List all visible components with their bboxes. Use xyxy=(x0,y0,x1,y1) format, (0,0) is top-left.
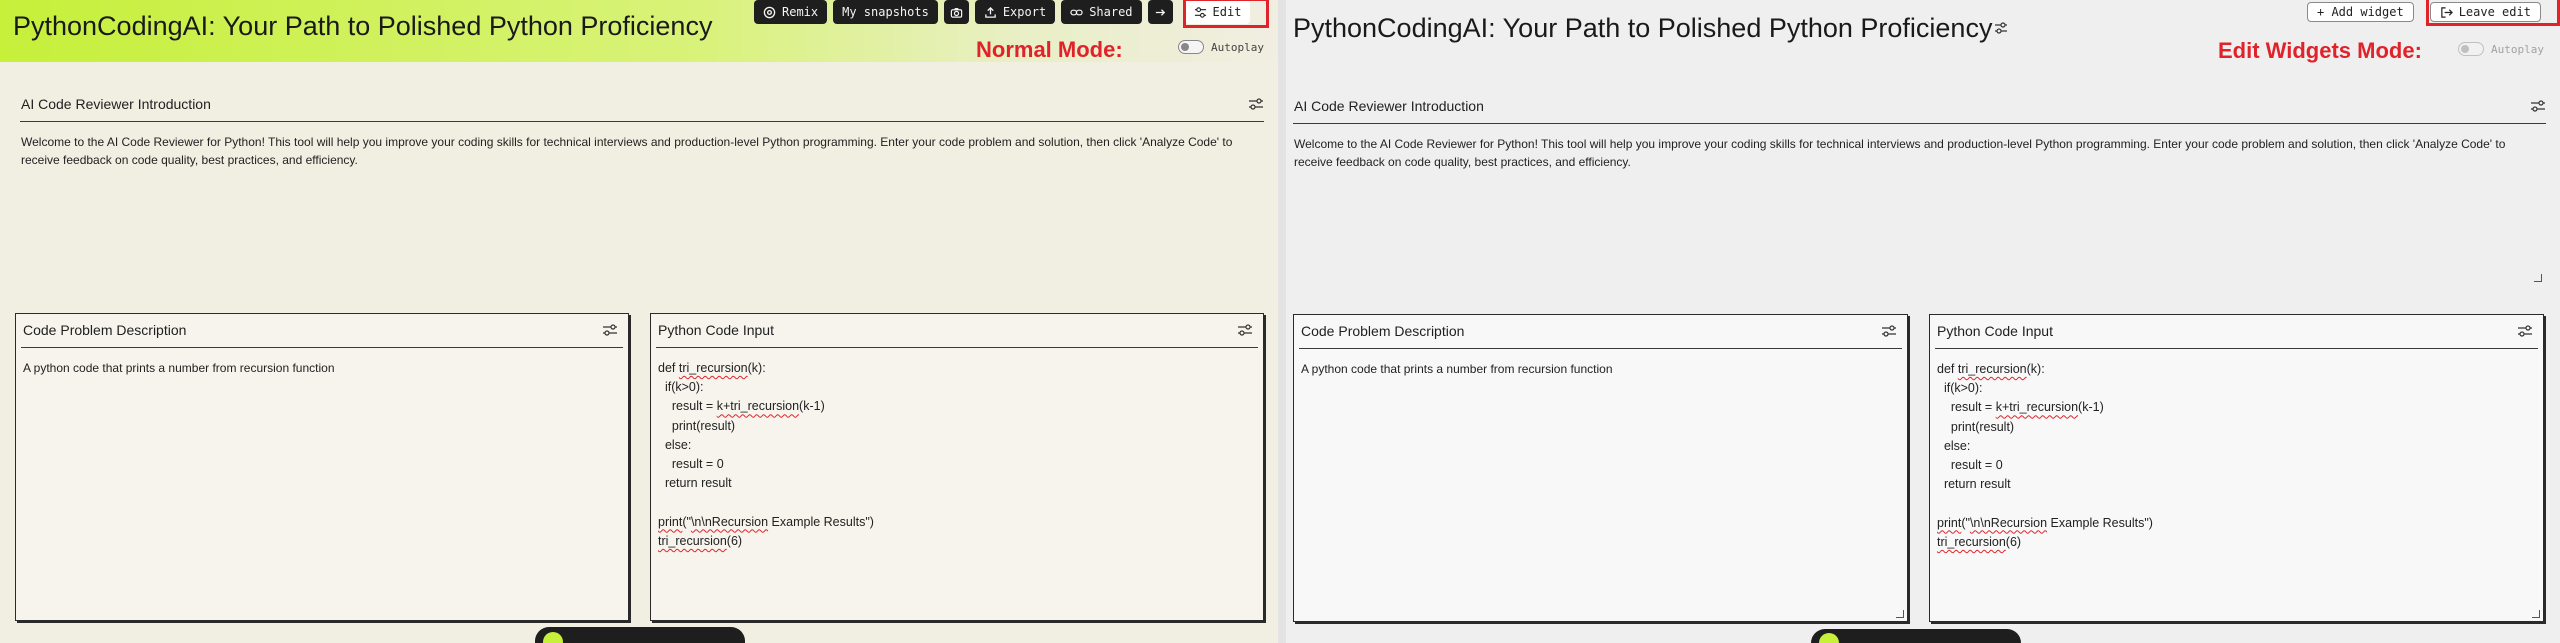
shared-label: Shared xyxy=(1089,5,1133,19)
code-line: print("\n\nRecursion Example Results") xyxy=(1937,515,2153,530)
code-input-field[interactable]: def tri_recursion(k): if(k>0): result = … xyxy=(1937,360,2533,552)
intro-widget-title: AI Code Reviewer Introduction xyxy=(1294,98,1484,114)
sliders-icon[interactable] xyxy=(2517,324,2533,338)
upload-icon xyxy=(985,6,996,18)
code-line: result = 0 xyxy=(1937,458,2003,473)
edit-mode-pane: PythonCodingAI: Your Path to Polished Py… xyxy=(1286,0,2560,643)
app-toolbar: Remix My snapshots Export Shared Edit xyxy=(754,0,1251,24)
code-widget-divider xyxy=(656,347,1258,348)
edit-mode-label: Edit Widgets Mode: xyxy=(2218,38,2422,63)
add-widget-label: + Add widget xyxy=(2317,5,2404,19)
add-widget-button[interactable]: + Add widget xyxy=(2307,2,2414,22)
intro-widget-title: AI Code Reviewer Introduction xyxy=(21,96,211,112)
code-line: else: xyxy=(1937,438,1971,453)
resize-handle[interactable] xyxy=(2532,610,2540,618)
code-input-field[interactable]: def tri_recursion(k): if(k>0): result = … xyxy=(658,359,1253,551)
sliders-icon[interactable] xyxy=(2530,99,2546,113)
problem-widget: Code Problem Description A python code t… xyxy=(15,313,629,621)
autoplay-toggle xyxy=(2458,42,2484,56)
code-line: result = 0 xyxy=(658,457,724,472)
code-line: print("\n\nRecursion Example Results") xyxy=(658,514,874,529)
sliders-icon[interactable] xyxy=(1237,323,1253,337)
shared-button[interactable]: Shared xyxy=(1061,0,1142,24)
code-widget-title: Python Code Input xyxy=(658,322,774,338)
sliders-icon[interactable] xyxy=(1994,21,2008,35)
sliders-icon[interactable] xyxy=(1881,324,1897,338)
intro-widget-text: Welcome to the AI Code Reviewer for Pyth… xyxy=(1294,137,2506,169)
bottom-dock xyxy=(535,627,745,643)
problem-widget-title: Code Problem Description xyxy=(23,322,187,338)
problem-widget-title: Code Problem Description xyxy=(1301,323,1465,339)
my-snapshots-label: My snapshots xyxy=(842,5,929,19)
camera-icon xyxy=(950,7,963,18)
dock-indicator xyxy=(543,632,563,643)
remix-label: Remix xyxy=(782,5,819,19)
resize-handle[interactable] xyxy=(1896,610,1904,618)
pane-divider xyxy=(1278,0,1286,643)
bottom-dock xyxy=(1811,629,2021,643)
normal-mode-label: Normal Mode: xyxy=(976,37,1123,62)
problem-widget[interactable]: Code Problem Description A python code t… xyxy=(1293,314,1908,622)
code-line: else: xyxy=(658,437,692,452)
my-snapshots-button[interactable]: My snapshots xyxy=(833,0,938,24)
normal-mode-pane: PythonCodingAI: Your Path to Polished Py… xyxy=(0,0,1278,643)
code-widget: Python Code Input def tri_recursion(k): … xyxy=(650,313,1264,621)
code-line: tri_recursion(6) xyxy=(1937,534,2022,549)
intro-widget: AI Code Reviewer Introduction Welcome to… xyxy=(15,88,1264,303)
autoplay-control: Autoplay xyxy=(2458,42,2544,56)
export-label: Export xyxy=(1002,5,1047,19)
leave-edit-highlight xyxy=(2426,0,2560,26)
resize-handle[interactable] xyxy=(2534,274,2542,282)
code-line: return result xyxy=(658,476,732,491)
intro-widget-divider xyxy=(1293,123,2546,124)
intro-widget-text: Welcome to the AI Code Reviewer for Pyth… xyxy=(21,135,1233,167)
intro-widget-divider xyxy=(20,121,1264,122)
sliders-icon[interactable] xyxy=(602,323,618,337)
problem-text-field[interactable]: A python code that prints a number from … xyxy=(23,359,618,377)
autoplay-toggle[interactable] xyxy=(1178,40,1204,54)
code-line: if(k>0): xyxy=(1937,381,1983,396)
remix-icon xyxy=(763,6,776,18)
code-widget-title: Python Code Input xyxy=(1937,323,2053,339)
remix-button[interactable]: Remix xyxy=(754,0,828,24)
code-line: result = k+tri_recursion(k-1) xyxy=(1937,400,2104,415)
code-line: def tri_recursion(k): xyxy=(1937,362,2045,376)
app-title: PythonCodingAI: Your Path to Polished Py… xyxy=(1293,13,1993,43)
problem-widget-divider xyxy=(1299,348,1902,349)
autoplay-label: Autoplay xyxy=(2491,42,2544,56)
intro-widget[interactable]: AI Code Reviewer Introduction Welcome to… xyxy=(1288,90,2548,290)
problem-widget-divider xyxy=(21,347,623,348)
app-title: PythonCodingAI: Your Path to Polished Py… xyxy=(13,11,713,41)
code-line: if(k>0): xyxy=(658,380,704,395)
problem-text-field[interactable]: A python code that prints a number from … xyxy=(1301,360,1897,378)
code-line: result = k+tri_recursion(k-1) xyxy=(658,399,825,414)
arrow-icon xyxy=(1155,8,1165,16)
code-line: tri_recursion(6) xyxy=(658,533,743,548)
export-button[interactable]: Export xyxy=(974,0,1056,24)
autoplay-label: Autoplay xyxy=(1211,40,1264,54)
code-line: return result xyxy=(1937,477,2011,492)
code-line: print(result) xyxy=(658,418,736,433)
autoplay-control[interactable]: Autoplay xyxy=(1178,40,1264,54)
share-arrow-button[interactable] xyxy=(1147,0,1173,24)
edit-button-highlight xyxy=(1183,0,1269,28)
code-widget-divider xyxy=(1935,348,2538,349)
code-line: def tri_recursion(k): xyxy=(658,361,766,375)
link-icon xyxy=(1070,9,1083,15)
code-line: print(result) xyxy=(1937,419,2015,434)
dock-indicator xyxy=(1819,633,1839,643)
snapshot-camera-button[interactable] xyxy=(943,0,969,24)
code-widget[interactable]: Python Code Input def tri_recursion(k): … xyxy=(1929,314,2544,622)
sliders-icon[interactable] xyxy=(1248,97,1264,111)
